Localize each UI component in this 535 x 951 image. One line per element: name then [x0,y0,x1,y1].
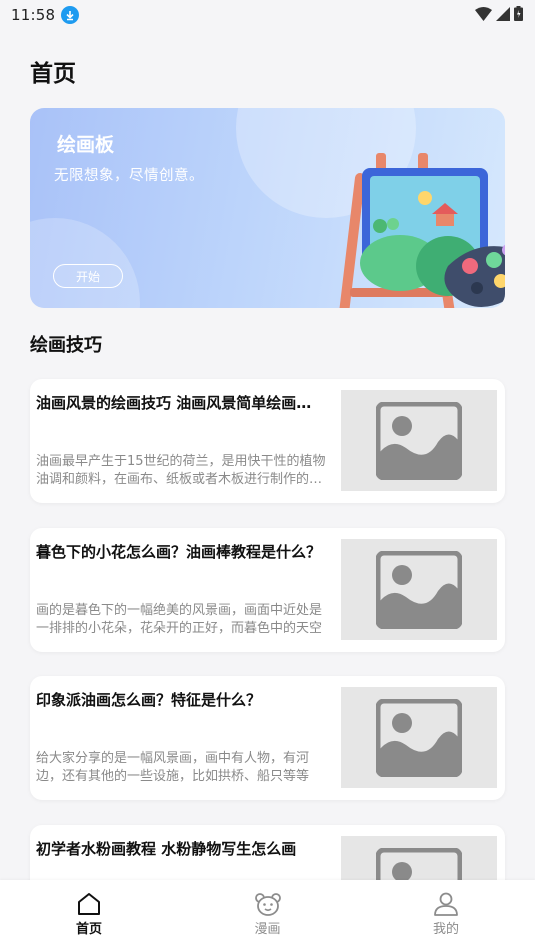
article-description: 画的是暮色下的一幅绝美的风景画，画面中近处是一排排的小花朵，花朵开的正好，而暮色… [36,603,323,636]
article-description: 给大家分享的是一幅风景画，画中有人物，有河边，还有其他的一些设施，比如拱桥、船只… [36,751,310,784]
article-card[interactable]: 印象派油画怎么画？特征是什么？ 给大家分享的是一幅风景画，画中有人物，有河边，还… [30,676,505,800]
page-title: 首页 [30,61,76,87]
article-thumbnail [341,539,497,640]
banner-subtitle: 无限想象，尽情创意。 [54,168,204,184]
banner-decor-circle [30,218,140,308]
download-notification-icon [61,6,80,24]
article-title: 初学者水粉画教程 水粉静物写生怎么画 [36,840,297,858]
nav-item-mine[interactable]: 我的 [386,880,506,951]
person-icon [434,892,458,916]
section-title: 绘画技巧 [30,335,102,356]
wifi-icon [475,6,492,25]
article-title: 暮色下的小花怎么画？油画棒教程是什么？ [36,543,322,561]
nav-label-mine: 我的 [432,922,459,937]
status-time: 11:58 [11,6,56,24]
status-bar: 11:58 [0,0,535,30]
easel-illustration [330,148,505,308]
article-thumbnail [341,687,497,788]
article-card[interactable]: 油画风景的绘画技巧 油画风景简单绘画步骤 油画最早产生于15世纪的荷兰，是用快干… [30,379,505,503]
nav-item-comics[interactable]: 漫画 [208,880,328,951]
drawing-board-banner[interactable]: 绘画板 无限想象，尽情创意。 开始 [30,108,505,308]
bear-icon [254,893,281,916]
cell-signal-icon [496,6,510,25]
nav-label-home: 首页 [75,922,102,937]
article-title: 油画风景的绘画技巧 油画风景简单绘画步骤 [36,394,326,412]
article-description: 油画最早产生于15世纪的荷兰，是用快干性的植物油调和颜料，在画布、纸板或者木板进… [36,454,326,487]
article-thumbnail [341,390,497,491]
article-card[interactable]: 暮色下的小花怎么画？油画棒教程是什么？ 画的是暮色下的一幅绝美的风景画，画面中近… [30,528,505,652]
image-placeholder-icon [376,698,462,777]
image-placeholder-icon [376,401,462,480]
bottom-nav: 首页 漫画 我的 [0,880,535,951]
start-button[interactable]: 开始 [53,264,123,288]
battery-icon [514,5,523,25]
nav-label-comics: 漫画 [254,922,281,937]
home-icon [78,893,100,915]
article-title: 印象派油画怎么画？特征是什么？ [36,691,262,709]
nav-item-home[interactable]: 首页 [29,880,149,951]
image-placeholder-icon [376,550,462,629]
banner-title: 绘画板 [57,134,115,156]
